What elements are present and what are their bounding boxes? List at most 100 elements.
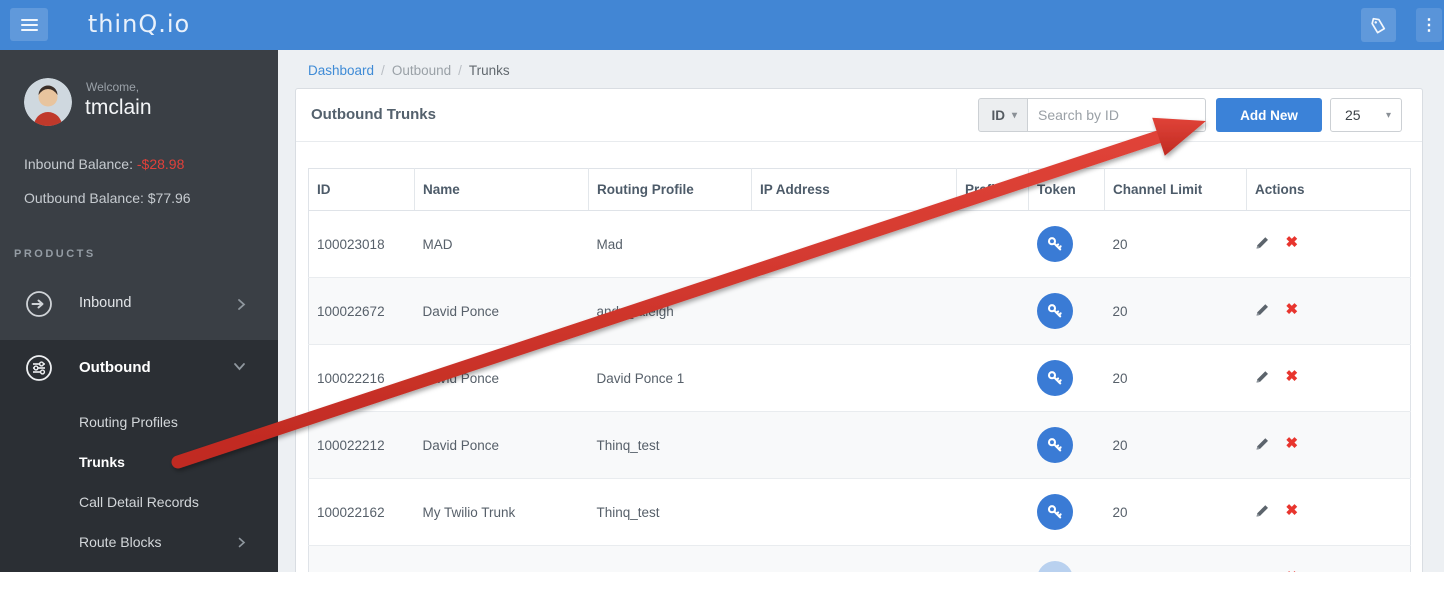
pencil-icon bbox=[1255, 236, 1269, 250]
breadcrumb-item-outbound: Outbound bbox=[392, 63, 451, 78]
delete-button[interactable]: ✖ bbox=[1286, 570, 1299, 572]
search-input[interactable] bbox=[1028, 98, 1206, 132]
chevron-right-icon bbox=[237, 298, 246, 311]
cell-channel-limit: 20 bbox=[1105, 211, 1247, 278]
sidebar-subitem-trunks[interactable]: Trunks bbox=[0, 442, 278, 482]
delete-button[interactable]: ✖ bbox=[1286, 302, 1299, 317]
cell-id: 100022672 bbox=[309, 278, 415, 345]
cell-token bbox=[1029, 345, 1105, 412]
key-icon bbox=[1046, 570, 1064, 572]
column-header-ip-address: IP Address bbox=[752, 169, 957, 211]
cell-actions: ✖ bbox=[1247, 278, 1411, 345]
panel-controls: ID ▾ Add New 25 ▾ bbox=[978, 98, 1402, 132]
delete-button[interactable]: ✖ bbox=[1286, 235, 1299, 250]
table-row: 100022212David PonceThinq_test 20 ✖ bbox=[309, 412, 1411, 479]
column-header-channel-limit: Channel Limit bbox=[1105, 169, 1247, 211]
cell-channel-limit: 20 bbox=[1105, 479, 1247, 546]
search-field-label: ID bbox=[991, 108, 1005, 123]
sidebar-item-outbound[interactable]: Outbound bbox=[0, 340, 278, 396]
table-row: 100022110thinq_testThinq_test192.81.236.… bbox=[309, 546, 1411, 573]
cell-prefix bbox=[957, 211, 1029, 278]
token-button[interactable] bbox=[1037, 360, 1073, 396]
breadcrumb: Dashboard/Outbound/Trunks bbox=[308, 63, 510, 78]
welcome-label: Welcome, bbox=[86, 80, 139, 94]
cell-name: My Twilio Trunk bbox=[415, 479, 589, 546]
cell-channel-limit: 20 bbox=[1105, 412, 1247, 479]
pencil-icon bbox=[1255, 303, 1269, 317]
cell-ip-address bbox=[752, 479, 957, 546]
page-size-value: 25 bbox=[1345, 107, 1361, 123]
cell-token bbox=[1029, 479, 1105, 546]
breadcrumb-item-dashboard[interactable]: Dashboard bbox=[308, 63, 374, 78]
key-icon bbox=[1046, 302, 1064, 320]
sidebar-outbound-group: Outbound Routing Profiles Trunks Call Deta… bbox=[0, 340, 278, 572]
pencil-icon bbox=[1255, 437, 1269, 451]
inbound-balance: Inbound Balance: -$28.98 bbox=[24, 156, 184, 172]
sidebar-subitem-routing-profiles[interactable]: Routing Profiles bbox=[0, 402, 278, 442]
cell-name: David Ponce bbox=[415, 278, 589, 345]
key-icon bbox=[1046, 369, 1064, 387]
sidebar-item-label: Outbound bbox=[79, 359, 151, 376]
pencil-icon bbox=[1255, 370, 1269, 384]
chevron-down-icon bbox=[233, 362, 246, 371]
topbar: thinQ.io ⋮ bbox=[0, 0, 1444, 50]
user-avatar bbox=[24, 78, 72, 126]
cell-routing-profile: Mad bbox=[589, 211, 752, 278]
cell-token bbox=[1029, 546, 1105, 573]
sidebar-subitem-label: Route Blocks bbox=[79, 534, 161, 550]
table-body: 100023018MADMad 20 ✖100022672David Ponce… bbox=[309, 211, 1411, 573]
pencil-icon bbox=[1255, 571, 1269, 572]
cell-token bbox=[1029, 211, 1105, 278]
page-title: Outbound Trunks bbox=[311, 89, 436, 141]
token-button[interactable] bbox=[1037, 561, 1073, 572]
cell-name: David Ponce bbox=[415, 412, 589, 479]
cell-actions: ✖ bbox=[1247, 412, 1411, 479]
cell-actions: ✖ bbox=[1247, 479, 1411, 546]
sidebar-item-label: Inbound bbox=[79, 295, 131, 311]
search-field-select[interactable]: ID ▾ bbox=[978, 98, 1028, 132]
table-row: 100023018MADMad 20 ✖ bbox=[309, 211, 1411, 278]
row-actions: ✖ bbox=[1255, 570, 1299, 572]
cell-prefix bbox=[957, 345, 1029, 412]
token-button[interactable] bbox=[1037, 293, 1073, 329]
cell-id: 100022162 bbox=[309, 479, 415, 546]
sidebar-subitem-call-detail-records[interactable]: Call Detail Records bbox=[0, 482, 278, 522]
cell-ip-address bbox=[752, 278, 957, 345]
outbound-balance-value: $77.96 bbox=[148, 190, 191, 206]
delete-button[interactable]: ✖ bbox=[1286, 436, 1299, 451]
column-header-actions: Actions bbox=[1247, 169, 1411, 211]
add-new-button[interactable]: Add New bbox=[1216, 98, 1322, 132]
tag-icon[interactable] bbox=[1361, 8, 1396, 42]
kebab-menu-icon[interactable]: ⋮ bbox=[1416, 8, 1442, 42]
sidebar-item-inbound[interactable]: Inbound bbox=[0, 276, 278, 332]
trunks-table: IDNameRouting ProfileIP AddressPrefixTok… bbox=[308, 168, 1411, 572]
edit-button[interactable] bbox=[1255, 303, 1269, 317]
row-actions: ✖ bbox=[1255, 436, 1299, 451]
sidebar-section-header: PRODUCTS bbox=[14, 248, 96, 260]
sidebar: Welcome, tmclain Inbound Balance: -$28.9… bbox=[0, 50, 278, 572]
token-button[interactable] bbox=[1037, 494, 1073, 530]
username: tmclain bbox=[85, 96, 152, 120]
edit-button[interactable] bbox=[1255, 437, 1269, 451]
delete-button[interactable]: ✖ bbox=[1286, 503, 1299, 518]
key-icon bbox=[1046, 436, 1064, 454]
panel-heading: Outbound Trunks ID ▾ Add New 25 ▾ bbox=[296, 89, 1422, 142]
chevron-right-icon bbox=[238, 537, 246, 548]
cell-ip-address: 192.81.236.100 bbox=[752, 546, 957, 573]
cell-prefix bbox=[957, 479, 1029, 546]
cell-name: David Ponce bbox=[415, 345, 589, 412]
edit-button[interactable] bbox=[1255, 236, 1269, 250]
cell-id: 100022212 bbox=[309, 412, 415, 479]
delete-button[interactable]: ✖ bbox=[1286, 369, 1299, 384]
edit-button[interactable] bbox=[1255, 571, 1269, 572]
edit-button[interactable] bbox=[1255, 504, 1269, 518]
outbound-balance: Outbound Balance: $77.96 bbox=[24, 190, 191, 206]
page-size-select[interactable]: 25 ▾ bbox=[1330, 98, 1402, 132]
token-button[interactable] bbox=[1037, 226, 1073, 262]
sidebar-subitem-route-blocks[interactable]: Route Blocks bbox=[0, 522, 278, 562]
sidebar-subitem-label: Trunks bbox=[79, 454, 125, 470]
edit-button[interactable] bbox=[1255, 370, 1269, 384]
cell-ip-address bbox=[752, 211, 957, 278]
token-button[interactable] bbox=[1037, 427, 1073, 463]
column-header-name: Name bbox=[415, 169, 589, 211]
